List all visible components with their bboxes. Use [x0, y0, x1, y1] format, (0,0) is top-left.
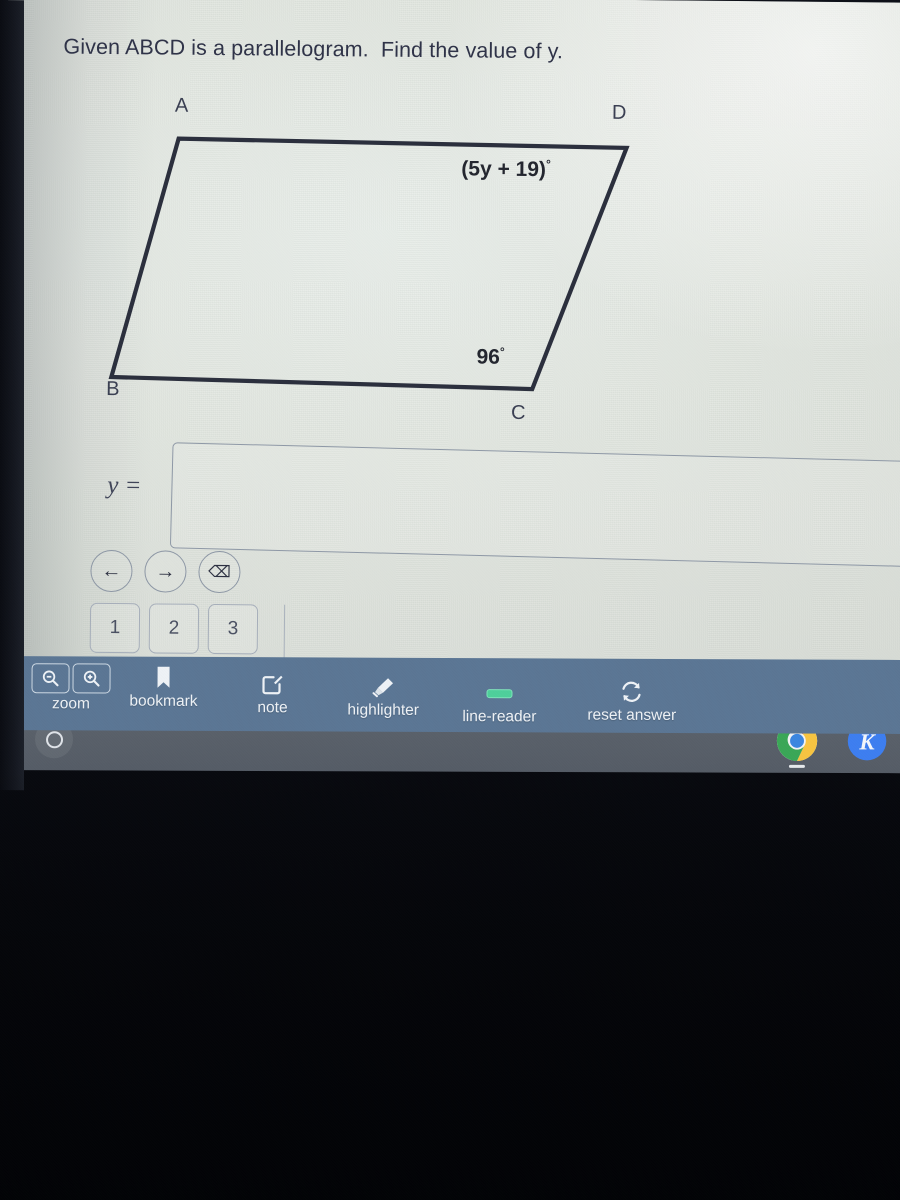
- toolbar-item-zoom[interactable]: zoom: [31, 663, 111, 713]
- angle-label-c-text: 96: [476, 345, 501, 369]
- vertex-label-d: D: [611, 101, 627, 124]
- toolbar-item-bookmark[interactable]: bookmark: [129, 665, 198, 711]
- parallelogram-svg: [108, 136, 630, 392]
- toolbar-label-reset-answer: reset answer: [587, 706, 677, 724]
- vertex-label-c: C: [510, 401, 526, 424]
- zoom-out-button[interactable]: [31, 663, 70, 694]
- vertex-label-a: A: [174, 94, 189, 117]
- keypad-nav-row: ← → ⌫: [90, 549, 320, 594]
- toolbar-item-line-reader[interactable]: line-reader: [462, 680, 537, 726]
- angle-label-c: 96°: [476, 345, 504, 370]
- keypad-key-3[interactable]: 3: [207, 603, 259, 655]
- toolbar-label-bookmark: bookmark: [129, 692, 198, 710]
- magnifier-plus-icon: [83, 670, 100, 687]
- toolbar-label-line-reader: line-reader: [462, 708, 537, 726]
- toolbar-item-reset-answer[interactable]: reset answer: [587, 679, 676, 725]
- angle-label-d-text: (5y + 19): [461, 157, 547, 182]
- bookmark-icon: [157, 666, 170, 688]
- screen-bezel-left: [0, 0, 24, 791]
- keypad-right-arrow[interactable]: →: [144, 550, 187, 593]
- keypad-backspace[interactable]: ⌫: [198, 550, 241, 594]
- keypad-left-arrow[interactable]: ←: [90, 549, 133, 593]
- vertex-label-b: B: [106, 377, 120, 401]
- keypad-number-row: 1 2 3: [89, 602, 320, 655]
- refresh-icon: [622, 681, 641, 702]
- laptop-screen: Given ABCD is a parallelogram. Find the …: [0, 0, 900, 803]
- line-reader-icon: [486, 688, 513, 698]
- toolbar-label-note: note: [257, 699, 288, 717]
- highlighter-icon: [372, 678, 393, 698]
- keypad-key-1[interactable]: 1: [89, 602, 141, 654]
- answer-input[interactable]: [169, 442, 900, 569]
- toolbar-label-highlighter: highlighter: [347, 701, 419, 719]
- parallelogram-figure: A D B C (5y + 19)° 96°: [64, 81, 687, 447]
- degree-symbol-c: °: [499, 344, 505, 359]
- magnifier-minus-icon: [42, 670, 59, 687]
- photo-of-laptop-screen: Given ABCD is a parallelogram. Find the …: [0, 0, 900, 1200]
- toolbar-item-note[interactable]: note: [257, 671, 288, 717]
- math-keypad: ← → ⌫ 1 2 3: [89, 549, 321, 663]
- answer-label: y =: [107, 471, 142, 500]
- keypad-key-2[interactable]: 2: [148, 603, 200, 654]
- angle-label-d: (5y + 19)°: [461, 156, 551, 182]
- toolbar-label-zoom: zoom: [51, 695, 90, 713]
- chrome-active-indicator: [788, 764, 805, 768]
- note-pencil-icon: [262, 675, 283, 695]
- degree-symbol-d: °: [545, 157, 551, 172]
- zoom-in-button[interactable]: [72, 663, 111, 694]
- launcher-circle-icon: [45, 730, 63, 748]
- toolbar-item-highlighter[interactable]: highlighter: [347, 674, 419, 720]
- accessibility-toolbar: zoom bookmark note highlighter line-read…: [17, 656, 900, 735]
